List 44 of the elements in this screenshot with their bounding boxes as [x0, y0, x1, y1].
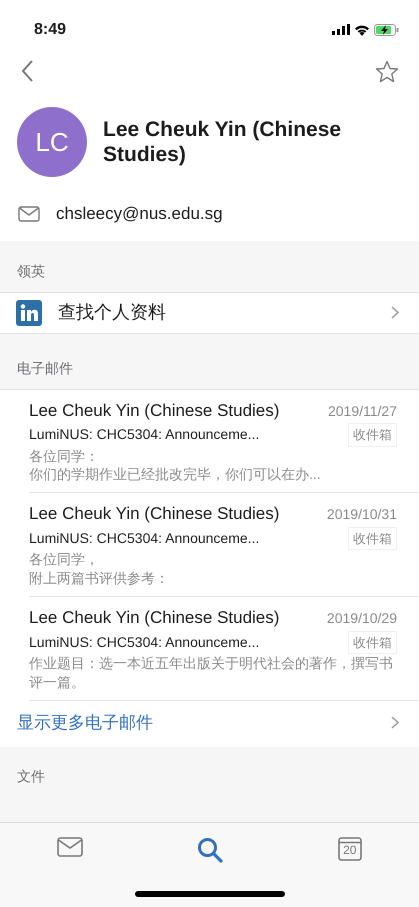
signal-icon	[332, 24, 350, 35]
status-time: 8:49	[34, 20, 66, 40]
email-item[interactable]: Lee Cheuk Yin (Chinese Studies) 2019/10/29 LumiNUS: CHC5304: Announceme... 收件箱 作业题目：选一本近五年出版关于明代社会的著作，撰写书评一篇。	[29, 597, 419, 701]
mail-icon	[18, 206, 40, 222]
wifi-icon	[354, 24, 370, 36]
linkedin-row[interactable]: 查找个人资料	[0, 292, 419, 334]
folder-tag: 收件箱	[348, 526, 397, 550]
contact-email[interactable]: chsleecy@nus.edu.sg	[56, 201, 223, 226]
chevron-icon	[391, 716, 399, 730]
section-header: 文件	[16, 769, 46, 785]
email-subject: LumiNUS: CHC5304: Announceme...	[29, 529, 260, 548]
email-preview: 作业题目：选一本近五年出版关于明代社会的著作，撰写书评一篇。	[29, 654, 394, 692]
email-sender: Lee Cheuk Yin (Chinese Studies)	[29, 400, 280, 422]
star-icon[interactable]	[375, 60, 399, 82]
email-item[interactable]: Lee Cheuk Yin (Chinese Studies) 2019/10/31 LumiNUS: CHC5304: Announceme... 收件箱 各位同学， 附上两篇书评供参考：	[29, 493, 419, 598]
mail-tab[interactable]	[57, 837, 84, 857]
show-more-row[interactable]: 显示更多电子邮件	[0, 700, 419, 748]
linkedin-label: 查找个人资料	[58, 301, 167, 324]
back-icon[interactable]	[20, 59, 34, 83]
chevron-icon	[391, 306, 399, 319]
email-preview: 你们的学期作业已经批改完毕，你们可以在办...	[29, 465, 322, 484]
email-date: 2019/10/29	[326, 609, 397, 628]
search-tab[interactable]	[197, 837, 224, 863]
email-subject: LumiNUS: CHC5304: Announceme...	[29, 425, 260, 444]
email-preview: 附上两篇书评供参考：	[29, 569, 170, 588]
email-item[interactable]: Lee Cheuk Yin (Chinese Studies) 2019/11/27 LumiNUS: CHC5304: Announceme... 收件箱 各位同学： 你们的学期作业已经批改完毕，你们可以在办...	[29, 390, 419, 494]
section-header: 领英	[16, 262, 46, 280]
email-preview: 各位同学，	[29, 550, 100, 570]
email-preview: 各位同学：	[29, 446, 100, 466]
calendar-day: 20	[338, 844, 362, 856]
show-more-link: 显示更多电子邮件	[17, 712, 153, 734]
email-sender: Lee Cheuk Yin (Chinese Studies)	[29, 607, 280, 630]
contact-name: Lee Cheuk Yin (Chinese Studies)	[103, 116, 342, 168]
email-subject: LumiNUS: CHC5304: Announceme...	[29, 632, 260, 652]
section-header: 电子邮件	[16, 358, 74, 378]
linkedin-icon	[16, 300, 42, 326]
battery-icon	[374, 24, 399, 36]
calendar-tab[interactable]: 20	[338, 837, 362, 861]
contact-avatar: LC	[17, 107, 87, 177]
email-date: 2019/10/31	[326, 505, 397, 524]
folder-tag: 收件箱	[348, 423, 397, 446]
email-sender: Lee Cheuk Yin (Chinese Studies)	[29, 503, 280, 526]
email-date: 2019/11/27	[328, 402, 397, 420]
folder-tag: 收件箱	[348, 630, 397, 654]
